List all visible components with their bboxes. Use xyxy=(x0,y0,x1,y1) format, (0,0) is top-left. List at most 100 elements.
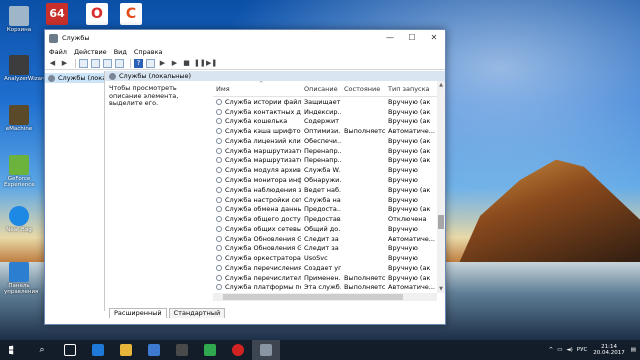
properties-icon[interactable] xyxy=(146,58,155,68)
taskbar-media[interactable] xyxy=(168,340,196,360)
tree-node-services[interactable]: Службы (локальн xyxy=(45,73,104,83)
table-row[interactable]: Служба модуля архиваци...Служба W... Вруч… xyxy=(213,165,437,175)
start-button[interactable] xyxy=(0,340,28,360)
taskbar-store[interactable] xyxy=(140,340,168,360)
scroll-down-icon[interactable]: ▼ xyxy=(437,285,445,293)
clock[interactable]: 21:14 20.04.2017 xyxy=(593,344,625,357)
table-row[interactable]: Служба маршрутизатора ...Перенапр... Вруч… xyxy=(213,156,437,166)
cell-description: Создает уп... xyxy=(304,263,341,272)
task-view-button[interactable] xyxy=(56,340,84,360)
table-row[interactable]: Служба общего доступа к ...Предостав... О… xyxy=(213,214,437,224)
opera-icon[interactable]: O xyxy=(86,3,108,25)
minimize-button[interactable]: — xyxy=(379,30,401,46)
aida64-icon[interactable]: 64 xyxy=(46,3,68,25)
table-row[interactable]: Служба платформы подк...Эта служб...Выпо… xyxy=(213,283,437,293)
desktop-icon-neatbag[interactable]: Neat Bag xyxy=(4,206,34,233)
table-row[interactable]: Служба кошелька Содержит ... Вручную (ак xyxy=(213,117,437,127)
taskbar-app-green[interactable] xyxy=(196,340,224,360)
cell-startup-type: Вручную xyxy=(388,195,418,204)
table-row[interactable]: Служба контактных данны...Индексир... Вру… xyxy=(213,107,437,117)
gear-icon xyxy=(216,274,222,281)
title-bar[interactable]: Службы — ☐ ✕ xyxy=(45,30,445,46)
list-view-icon[interactable] xyxy=(91,58,100,68)
column-name[interactable]: Имя xyxy=(213,85,301,93)
ccleaner-icon[interactable]: C xyxy=(120,3,142,25)
gear-icon xyxy=(216,98,222,105)
language-indicator[interactable]: РУС xyxy=(577,347,588,353)
table-row[interactable]: Служба обмена данными ...Предоста... Вруч… xyxy=(213,204,437,214)
hscroll-thumb[interactable] xyxy=(223,294,403,300)
notifications-icon[interactable]: ▤ xyxy=(631,347,636,353)
column-state[interactable]: Состояние xyxy=(341,85,385,93)
service-name: Служба истории файлов xyxy=(225,97,301,106)
restart-icon[interactable]: ▶❚ xyxy=(206,59,217,68)
refresh-icon[interactable] xyxy=(103,58,112,68)
cell-name: Служба Обновления Googl... xyxy=(213,244,301,252)
network-icon[interactable]: ▭ xyxy=(557,347,562,353)
column-startup-type[interactable]: Тип запуска xyxy=(385,85,437,93)
maximize-button[interactable]: ☐ xyxy=(401,30,423,46)
table-row[interactable]: Служба наблюдения за да...Ведет наб... Вр… xyxy=(213,185,437,195)
taskbar-record[interactable] xyxy=(224,340,252,360)
table-row[interactable]: Служба оркестратора обн...UsoSvc Вручную xyxy=(213,253,437,263)
table-row[interactable]: Служба Обновления Googl...Следит за ... В… xyxy=(213,243,437,253)
scroll-thumb[interactable] xyxy=(438,215,444,229)
export-icon[interactable] xyxy=(115,58,124,68)
tray-overflow-icon[interactable]: ^ xyxy=(549,347,554,353)
table-row[interactable]: Служба лицензий клиента...Обеспечи... Вру… xyxy=(213,136,437,146)
help-icon[interactable]: ? xyxy=(134,58,143,68)
cell-startup-type: Вручную (ак xyxy=(388,136,431,145)
pause-icon[interactable]: ❚❚ xyxy=(194,59,206,68)
play-alt-icon[interactable]: ▶ xyxy=(170,59,179,68)
service-name: Служба кэша шрифтов W... xyxy=(225,127,301,136)
cell-description: Содержит ... xyxy=(304,117,341,126)
menu-view[interactable]: Вид xyxy=(114,48,127,56)
tab-extended[interactable]: Расширенный xyxy=(109,308,167,318)
cell-name: Служба кэша шрифтов W... xyxy=(213,127,301,135)
table-row[interactable]: Служба кэша шрифтов W...Оптимизи...Выпол… xyxy=(213,126,437,136)
app-green-icon xyxy=(204,344,216,356)
show-tree-icon[interactable] xyxy=(79,58,88,68)
table-row[interactable]: Служба маршрутизатора ...Перенапр... Вруч… xyxy=(213,146,437,156)
table-row[interactable]: Служба Обновления Googl...Следит за ... А… xyxy=(213,234,437,244)
cell-startup-type: Вручную xyxy=(388,224,418,233)
menu-file[interactable]: Файл xyxy=(49,48,67,56)
play-icon[interactable]: ▶ xyxy=(158,59,167,68)
menu-help[interactable]: Справка xyxy=(134,48,163,56)
table-row[interactable]: Служба перечислителя пе...Применен...Вып… xyxy=(213,273,437,283)
scroll-up-icon[interactable]: ▲ xyxy=(437,81,445,89)
cell-startup-type: Вручную (ак xyxy=(388,117,431,126)
search-button[interactable]: ⌕ xyxy=(28,340,56,360)
horizontal-scrollbar[interactable] xyxy=(213,293,437,301)
desktop-icon-analyzer[interactable]: AnalyzerWizard xyxy=(4,55,47,82)
table-row[interactable]: Служба настройки сетиСлужба на... Вручную xyxy=(213,195,437,205)
menu-action[interactable]: Действие xyxy=(74,48,107,56)
close-button[interactable]: ✕ xyxy=(423,30,445,46)
back-arrow-icon[interactable]: ◀ xyxy=(48,59,57,68)
gear-icon xyxy=(216,245,222,252)
stop-icon[interactable]: ■ xyxy=(182,59,191,68)
volume-icon[interactable]: ◄) xyxy=(566,347,572,353)
desktop-icon-geforce[interactable]: GeForce Experience xyxy=(4,155,35,188)
taskbar-services[interactable] xyxy=(252,340,280,360)
table-row[interactable]: Служба общих сетевых р...Общий до... Вруч… xyxy=(213,224,437,234)
desktop-icon-emachine[interactable]: eMachine xyxy=(4,105,34,132)
table-row[interactable]: Служба монитора инфрак...Обнаружи... Вруч… xyxy=(213,175,437,185)
forward-arrow-icon[interactable]: ▶ xyxy=(60,59,69,68)
column-description[interactable]: Описание xyxy=(301,85,341,93)
folder-icon xyxy=(120,344,132,356)
service-name: Служба маршрутизатора ... xyxy=(225,146,301,155)
table-row[interactable]: Служба перечисления ус...Создает уп... Вр… xyxy=(213,263,437,273)
cell-description: Применен... xyxy=(304,273,341,282)
cell-startup-type: Вручную (ак xyxy=(388,273,431,282)
table-row[interactable]: Служба истории файловЗащищает... Вручную … xyxy=(213,97,437,107)
vertical-scrollbar[interactable]: ▲ ▼ xyxy=(437,81,445,293)
desktop-icon-recycle-bin[interactable]: Корзина xyxy=(4,6,34,33)
desktop-icon-control-panel[interactable]: Панель управления xyxy=(4,262,38,295)
taskbar-edge[interactable] xyxy=(84,340,112,360)
service-name: Служба общего доступа к ... xyxy=(225,215,301,224)
cell-name: Служба общих сетевых р... xyxy=(213,225,301,233)
taskbar-explorer[interactable] xyxy=(112,340,140,360)
tab-standard[interactable]: Стандартный xyxy=(168,308,226,318)
service-name: Служба маршрутизатора ... xyxy=(225,156,301,165)
